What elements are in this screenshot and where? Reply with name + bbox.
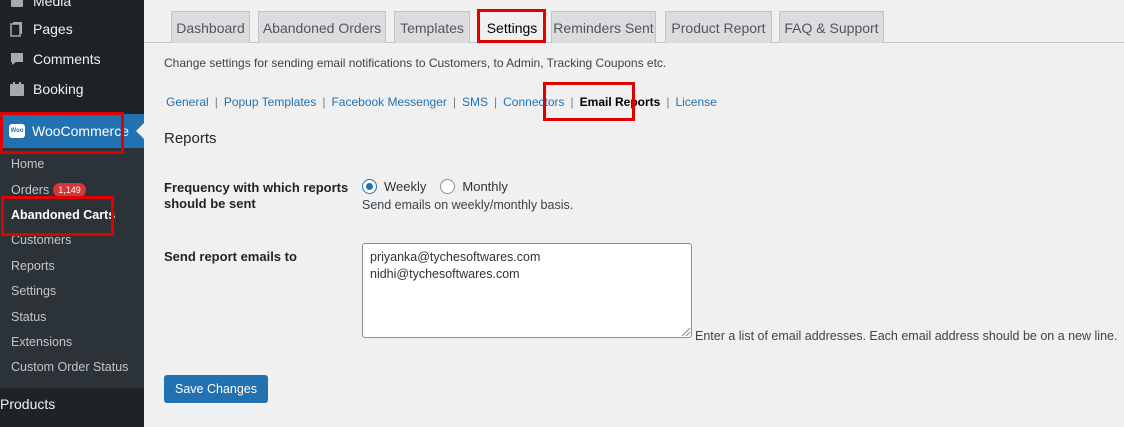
subnav-license[interactable]: License [675,95,716,109]
calendar-icon [7,79,27,99]
submenu-item-custom-order-status[interactable]: Custom Order Status [11,357,128,377]
submenu-item-label: Orders [11,183,50,197]
submenu-item-orders[interactable]: Orders 1,149 [11,180,86,200]
sidebar-item-pages[interactable]: Pages [0,14,144,44]
weekly-radio[interactable] [362,179,377,194]
pages-icon [7,19,27,39]
tab-settings[interactable]: Settings [479,11,545,44]
main-content: Dashboard Abandoned Orders Templates Set… [144,0,1124,427]
sidebar-item-comments[interactable]: Comments [0,44,144,74]
weekly-label[interactable]: Weekly [384,179,426,194]
submenu-item-status[interactable]: Status [11,307,46,327]
media-icon [7,0,27,11]
comments-icon [7,49,27,69]
subnav-general[interactable]: General [166,95,209,109]
frequency-radio-group: Weekly Monthly [362,179,508,194]
subnav-facebook-messenger[interactable]: Facebook Messenger [331,95,446,109]
sidebar-item-booking[interactable]: Booking [0,74,144,104]
sidebar-item-label: Booking [33,81,84,97]
submenu-item-reports[interactable]: Reports [11,256,55,276]
plugin-nav-tabs: Dashboard Abandoned Orders Templates Set… [144,0,1124,44]
current-menu-arrow-icon [136,123,144,139]
resize-grip-icon[interactable] [682,328,690,336]
sidebar-item-label: Products [0,396,56,412]
frequency-help-text: Send emails on weekly/monthly basis. [362,198,574,212]
sidebar-item-label: Comments [33,51,101,67]
admin-sidebar: Media Pages Comments Booking Woo WooComm… [0,0,144,427]
tab-reminders-sent[interactable]: Reminders Sent [551,11,656,43]
monthly-label[interactable]: Monthly [462,179,508,194]
sidebar-item-label: Pages [33,21,73,37]
settings-subnav: General | Popup Templates | Facebook Messe… [166,95,717,109]
tab-product-report[interactable]: Product Report [665,11,772,43]
sidebar-item-label: Media [33,0,72,9]
woocommerce-submenu: Home Orders 1,149 Abandoned Carts Custom… [0,148,144,388]
report-emails-textarea[interactable]: priyanka@tychesoftwares.com nidhi@tyches… [362,243,692,338]
save-changes-button[interactable]: Save Changes [164,375,269,403]
orders-count-badge: 1,149 [53,183,86,197]
tab-abandoned-orders[interactable]: Abandoned Orders [258,11,386,43]
subnav-popup-templates[interactable]: Popup Templates [224,95,317,109]
settings-description: Change settings for sending email notifi… [164,56,667,70]
monthly-radio[interactable] [440,179,456,194]
email-line: nidhi@tychesoftwares.com [370,267,520,281]
sidebar-item-products[interactable]: Products [0,389,144,424]
woocommerce-logo-icon: Woo [9,124,25,138]
submenu-item-home[interactable]: Home [11,154,44,174]
submenu-item-extensions[interactable]: Extensions [11,332,72,352]
tab-dashboard[interactable]: Dashboard [171,11,250,43]
frequency-label: Frequency with which reports should be s… [164,180,349,211]
submenu-item-abandoned-carts[interactable]: Abandoned Carts [11,205,115,225]
email-line: priyanka@tychesoftwares.com [370,250,541,264]
subnav-connectors[interactable]: Connectors [503,95,564,109]
subnav-email-reports[interactable]: Email Reports [580,95,661,109]
sidebar-item-label: WooCommerce [32,123,129,139]
recipients-label: Send report emails to [164,249,297,264]
tab-templates[interactable]: Templates [394,11,470,43]
sidebar-item-woocommerce[interactable]: Woo WooCommerce [0,114,144,148]
tab-faq-support[interactable]: FAQ & Support [779,11,884,43]
submenu-item-settings[interactable]: Settings [11,281,56,301]
section-title: Reports [164,130,217,147]
recipients-help-text: Enter a list of email addresses. Each em… [695,329,1118,343]
submenu-item-customers[interactable]: Customers [11,230,71,250]
subnav-sms[interactable]: SMS [462,95,488,109]
